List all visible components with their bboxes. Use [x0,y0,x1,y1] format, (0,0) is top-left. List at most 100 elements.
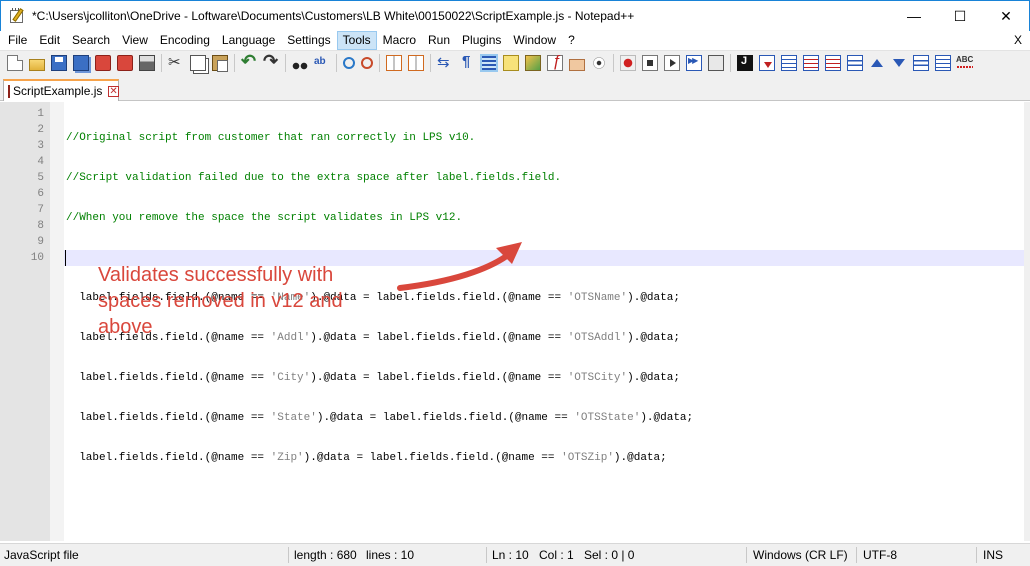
status-insert-mode: INS [983,548,1004,562]
close-all-icon[interactable] [117,55,133,71]
indent-guide-icon[interactable] [480,54,498,72]
close-document-button[interactable]: X [1014,31,1022,50]
copy-icon[interactable] [190,55,206,71]
status-selection: Sel : 0 | 0 [584,548,635,562]
status-file-type: JavaScript file [4,548,79,562]
status-bar: JavaScript file length : 680 lines : 10 … [0,543,1030,566]
save-icon[interactable] [51,55,67,71]
menu-search[interactable]: Search [66,31,116,50]
monitoring-icon[interactable] [591,55,607,71]
maximize-button[interactable]: ☐ [937,1,983,31]
menu-plugins[interactable]: Plugins [456,31,507,50]
jstool-icon[interactable] [737,55,753,71]
menu-window[interactable]: Window [507,31,562,50]
status-encoding[interactable]: UTF-8 [863,544,897,566]
plugin-icon-2[interactable] [781,55,797,71]
zoom-in-icon[interactable] [343,57,355,69]
toolbar [0,50,1030,75]
move-down-icon[interactable] [891,55,907,71]
annotation-line: above [98,316,153,338]
spell-check-icon[interactable] [956,55,973,71]
status-length: length : 680 [294,548,357,562]
minimize-button[interactable]: — [891,1,937,31]
menu-edit[interactable]: Edit [33,31,66,50]
status-lines: lines : 10 [366,548,415,562]
function-list-icon[interactable] [547,53,563,71]
show-all-chars-icon[interactable] [459,53,475,71]
toolbar-separator [430,54,431,72]
notepad-plus-plus-icon[interactable] [9,8,25,24]
play-macro-icon[interactable] [664,55,680,71]
sum-icon[interactable] [913,55,929,71]
print-icon[interactable] [139,55,155,71]
tab-label: ScriptExample.js [13,84,103,98]
plugin-icon-4[interactable] [825,55,841,71]
plugin-icon-3[interactable] [803,55,819,71]
toolbar-separator [613,54,614,72]
undo-icon[interactable] [241,51,257,72]
new-file-icon[interactable] [7,55,23,71]
status-divider [486,547,487,563]
window-title: *C:\Users\jcolliton\OneDrive - Loftware\… [32,9,635,23]
save-macro-icon[interactable] [708,55,724,71]
toolbar-separator [234,54,235,72]
status-line-number: Ln : 10 [492,548,529,562]
toolbar-separator [161,54,162,72]
maximize-icon: ☐ [953,7,967,24]
annotation-line: Validates successfully with [98,264,334,286]
menu-view[interactable]: View [116,31,154,50]
word-wrap-icon[interactable] [437,53,453,71]
unsaved-file-icon [8,84,10,98]
minimize-icon: — [907,8,921,24]
menu-bar: File Edit Search View Encoding Language … [0,31,1030,50]
run-macro-multiple-icon[interactable] [686,55,702,71]
record-macro-icon[interactable] [620,55,636,71]
replace-icon[interactable] [314,55,330,71]
find-icon[interactable] [292,55,308,71]
menu-file[interactable]: File [2,31,33,50]
move-up-icon[interactable] [869,55,885,71]
status-column: Col : 1 [539,548,574,562]
menu-run[interactable]: Run [422,31,456,50]
status-divider [288,547,289,563]
open-file-icon[interactable] [29,58,45,71]
menu-help[interactable]: ? [562,31,581,50]
close-icon: ✕ [1000,7,1012,24]
cut-icon[interactable] [168,53,184,71]
collapse-icon[interactable] [847,55,863,71]
status-divider [976,547,977,563]
stop-macro-icon[interactable] [642,55,658,71]
status-divider [746,547,747,563]
menu-settings[interactable]: Settings [281,31,336,50]
document-map-icon[interactable] [525,55,541,71]
folder-as-workspace-icon[interactable] [569,58,585,71]
toolbar-separator [379,54,380,72]
close-window-button[interactable]: ✕ [983,1,1029,31]
window-controls: — ☐ ✕ [891,1,1029,31]
status-eol[interactable]: Windows (CR LF) [753,544,848,566]
plugin-icon-1[interactable] [759,55,775,71]
toolbar-separator [730,54,731,72]
title-bar: *C:\Users\jcolliton\OneDrive - Loftware\… [0,0,1030,31]
status-divider [856,547,857,563]
sync-vertical-icon[interactable] [386,55,402,71]
plugin-icon-5[interactable] [935,55,951,71]
editor-area[interactable]: 1 2 3 4 5 6 7 8 9 10 //Original script f… [0,102,1030,541]
redo-icon[interactable] [263,51,279,72]
tab-scriptexample[interactable]: ScriptExample.js ✕ [3,79,119,101]
save-all-icon[interactable] [73,55,89,71]
annotation-callout: Validates successfully with spaces remov… [98,262,418,340]
toolbar-separator [336,54,337,72]
annotation-line: spaces removed in v12 and [98,290,343,312]
close-file-icon[interactable] [95,55,111,71]
menu-encoding[interactable]: Encoding [154,31,216,50]
user-language-icon[interactable] [503,55,519,71]
menu-language[interactable]: Language [216,31,281,50]
menu-tools[interactable]: Tools [336,31,377,50]
zoom-out-icon[interactable] [361,57,373,69]
tab-bar: ScriptExample.js ✕ [0,75,1030,101]
menu-macro[interactable]: Macro [377,31,422,50]
paste-icon[interactable] [212,55,228,72]
sync-horizontal-icon[interactable] [408,55,424,71]
close-tab-icon[interactable]: ✕ [108,85,119,97]
